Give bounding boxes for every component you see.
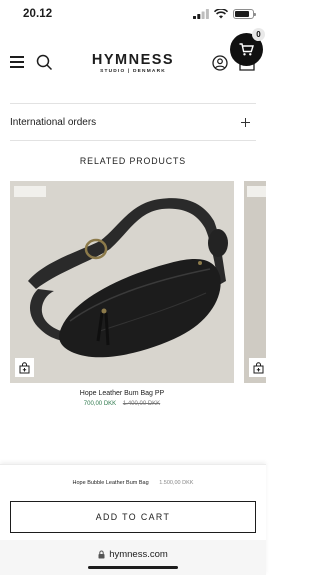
sticky-product-info: Hope Bubble Leather Bum Bag 1.500,00 DKK [0, 480, 266, 486]
status-icons [193, 9, 256, 19]
product-card-next[interactable] [244, 181, 266, 383]
product-card[interactable] [10, 181, 234, 383]
product-image[interactable] [10, 181, 234, 383]
status-bar: 20.12 [0, 0, 266, 30]
browser-url-bar[interactable]: hymness.com [0, 540, 266, 575]
site-header: HYMNESS STUDIO | DENMARK [0, 42, 266, 86]
status-time: 20.12 [23, 8, 53, 20]
sticky-product-price: 1.500,00 DKK [159, 480, 194, 486]
related-products-heading: RELATED PRODUCTS [79, 156, 187, 166]
original-price: 1.400,00 DKK [122, 401, 161, 407]
product-title[interactable]: Hope Leather Bum Bag PP [10, 390, 234, 397]
quick-add-button[interactable] [249, 358, 266, 377]
accordion-international-orders[interactable]: International orders [10, 104, 256, 140]
plus-icon[interactable] [241, 117, 250, 127]
product-badge [14, 186, 46, 197]
divider [10, 140, 256, 141]
quick-add-button[interactable] [15, 358, 34, 377]
battery-fill [235, 11, 249, 17]
url-display[interactable]: hymness.com [0, 549, 266, 560]
cart-icon [239, 43, 254, 56]
url-text: hymness.com [109, 549, 168, 560]
home-indicator[interactable] [88, 566, 178, 569]
sticky-product-name: Hope Bubble Leather Bum Bag [72, 480, 149, 486]
add-to-cart-button[interactable]: ADD TO CART [10, 501, 256, 533]
battery-icon [233, 9, 256, 19]
bag-plus-icon [253, 361, 264, 373]
bag-plus-icon [19, 361, 30, 373]
product-badge [247, 186, 266, 197]
account-icon[interactable] [212, 55, 228, 71]
sale-price: 700,00 DKK [83, 401, 117, 407]
cellular-signal-icon [193, 9, 209, 19]
cart-count-badge: 0 [252, 28, 265, 41]
product-prices: 700,00 DKK 1.400,00 DKK [10, 401, 234, 407]
lock-icon [98, 550, 105, 559]
battery-tip [254, 13, 256, 16]
wifi-icon [214, 9, 228, 19]
accordion-label: International orders [10, 116, 97, 128]
